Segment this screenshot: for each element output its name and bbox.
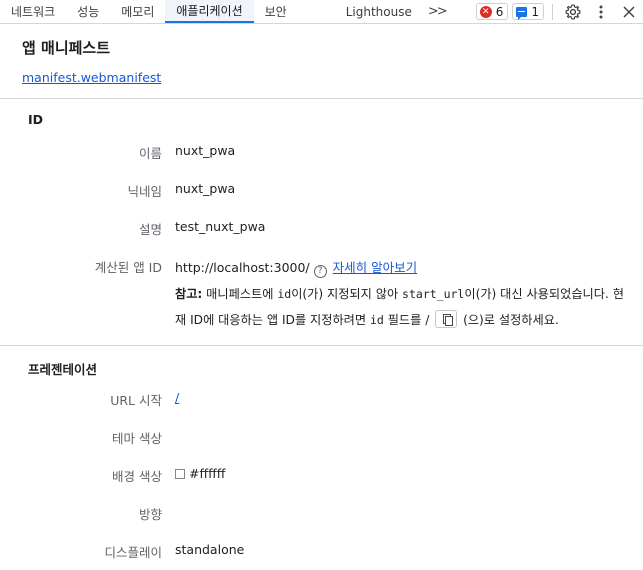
start-url-link[interactable]: / xyxy=(175,390,179,405)
note-text: 필드를 / xyxy=(383,313,434,327)
tab-memory[interactable]: 메모리 xyxy=(110,0,165,23)
theme-color-value xyxy=(162,420,175,428)
description-row: 설명 test_nuxt_pwa xyxy=(0,211,643,249)
tab-network[interactable]: 네트워크 xyxy=(0,0,66,23)
manifest-header: 앱 매니페스트 manifest.webmanifest xyxy=(0,24,643,99)
short-name-value: nuxt_pwa xyxy=(175,181,236,196)
note-code-start-url: start_url xyxy=(402,287,465,301)
note-bold: 참고: xyxy=(175,287,203,301)
name-label: 이름 xyxy=(138,146,162,161)
presentation-section: 프레젠테이션 URL 시작 / 테마 색상 배경 색상 #ffffff 방향 디… xyxy=(0,346,643,570)
description-label: 설명 xyxy=(138,222,162,237)
color-swatch xyxy=(175,469,185,479)
tab-lighthouse[interactable]: Lighthouse xyxy=(298,0,422,23)
short-name-row: 닉네임 nuxt_pwa xyxy=(0,173,643,211)
orientation-value xyxy=(162,496,175,504)
learn-more-link[interactable]: 자세히 알아보기 xyxy=(333,260,417,275)
background-color-value: #ffffff xyxy=(189,466,226,481)
start-url-row: URL 시작 / xyxy=(0,382,643,420)
note-text: 매니페스트에 xyxy=(202,287,278,301)
page-title: 앱 매니페스트 xyxy=(22,39,111,57)
orientation-row: 방향 xyxy=(0,496,643,534)
display-value: standalone xyxy=(175,542,245,557)
computed-id-value: http://localhost:3000/ xyxy=(175,260,310,275)
toolbar-right: ✕ 6 1 xyxy=(475,0,643,23)
manifest-file-link[interactable]: manifest.webmanifest xyxy=(22,70,161,85)
note-text: (으)로 설정하세요. xyxy=(459,313,559,327)
description-value: test_nuxt_pwa xyxy=(175,219,266,234)
settings-button[interactable] xyxy=(559,0,587,23)
error-circle-icon: ✕ xyxy=(479,5,492,18)
display-label: 디스플레이 xyxy=(104,545,162,560)
note-text: 이(가) 지정되지 않아 xyxy=(291,287,403,301)
tab-application[interactable]: 애플리케이션 xyxy=(165,0,254,23)
presentation-section-title: 프레젠테이션 xyxy=(28,362,98,377)
identity-section: ID 이름 nuxt_pwa 닉네임 nuxt_pwa 설명 test_nuxt… xyxy=(0,99,643,346)
help-circle-icon[interactable]: ? xyxy=(313,265,327,278)
kebab-menu-icon xyxy=(599,5,603,18)
message-icon xyxy=(516,6,528,20)
gear-icon xyxy=(565,4,581,19)
more-tabs-button[interactable]: >> xyxy=(422,0,452,23)
copy-icon[interactable] xyxy=(435,310,458,328)
background-color-row: 배경 색상 #ffffff xyxy=(0,458,643,496)
close-icon xyxy=(623,5,635,18)
errors-badge[interactable]: ✕ 6 xyxy=(475,3,509,20)
id-note: 참고: 매니페스트에 id이(가) 지정되지 않아 start_url이(가) … xyxy=(0,281,643,333)
more-options-button[interactable] xyxy=(587,0,615,23)
computed-id-label: 계산된 앱 ID xyxy=(94,260,162,275)
tab-performance[interactable]: 성능 xyxy=(66,0,110,23)
close-devtools-button[interactable] xyxy=(615,0,643,23)
orientation-label: 방향 xyxy=(138,507,162,522)
note-code-id: id xyxy=(369,313,384,327)
toolbar-divider xyxy=(552,3,553,20)
name-row: 이름 nuxt_pwa xyxy=(0,135,643,173)
messages-count: 1 xyxy=(531,4,539,19)
errors-count: 6 xyxy=(495,4,504,19)
start-url-value-wrap: / xyxy=(162,382,179,405)
display-row: 디스플레이 standalone xyxy=(0,534,643,570)
background-color-value-wrap: #ffffff xyxy=(162,458,225,481)
messages-badge[interactable]: 1 xyxy=(512,3,544,20)
start-url-label: URL 시작 xyxy=(110,393,162,408)
note-code-id: id xyxy=(277,287,292,301)
devtools-tab-bar: 네트워크 성능 메모리 애플리케이션 보안 Lighthouse >> ✕ 6 … xyxy=(0,0,643,24)
short-name-label: 닉네임 xyxy=(127,184,162,199)
theme-color-row: 테마 색상 xyxy=(0,420,643,458)
computed-id-value-wrap: http://localhost:3000/? 자세히 알아보기 xyxy=(162,249,417,278)
name-value: nuxt_pwa xyxy=(175,143,236,158)
theme-color-label: 테마 색상 xyxy=(112,431,162,446)
identity-section-title: ID xyxy=(28,112,44,127)
tab-security[interactable]: 보안 xyxy=(254,0,298,23)
background-color-label: 배경 색상 xyxy=(112,469,162,484)
